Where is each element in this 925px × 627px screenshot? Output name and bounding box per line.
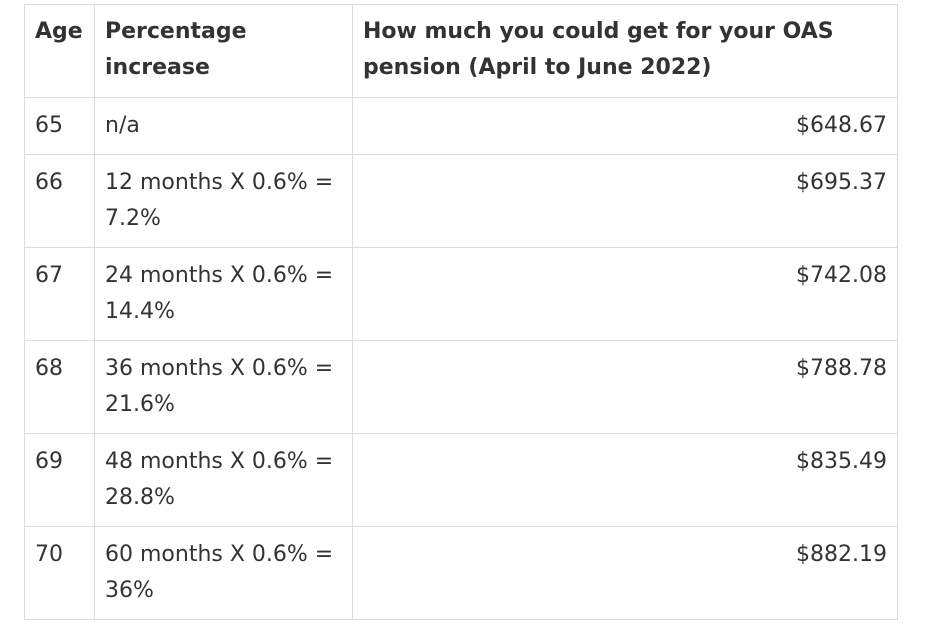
cell-amount: $695.37: [352, 154, 898, 248]
cell-age: 69: [24, 433, 95, 527]
table-row: 67 24 months X 0.6% = 14.4% $742.08: [24, 247, 898, 341]
cell-age: 67: [24, 247, 95, 341]
cell-amount: $742.08: [352, 247, 898, 341]
table-row: 66 12 months X 0.6% = 7.2% $695.37: [24, 154, 898, 248]
table-row: 68 36 months X 0.6% = 21.6% $788.78: [24, 340, 898, 434]
cell-amount: $882.19: [352, 526, 898, 620]
table-row: 65 n/a $648.67: [24, 97, 898, 155]
cell-percentage: 60 months X 0.6% = 36%: [94, 526, 353, 620]
cell-age: 70: [24, 526, 95, 620]
cell-age: 68: [24, 340, 95, 434]
table-body: 65 n/a $648.67 66 12 months X 0.6% = 7.2…: [24, 97, 898, 620]
cell-percentage: 36 months X 0.6% = 21.6%: [94, 340, 353, 434]
header-row: Age Percentage increase How much you cou…: [24, 4, 898, 98]
table-row: 69 48 months X 0.6% = 28.8% $835.49: [24, 433, 898, 527]
cell-amount: $648.67: [352, 97, 898, 155]
header-percentage-increase: Percentage increase: [94, 4, 353, 98]
header-age: Age: [24, 4, 95, 98]
cell-percentage: 48 months X 0.6% = 28.8%: [94, 433, 353, 527]
header-oas-amount: How much you could get for your OAS pens…: [352, 4, 898, 98]
cell-age: 65: [24, 97, 95, 155]
cell-percentage: 24 months X 0.6% = 14.4%: [94, 247, 353, 341]
oas-deferral-table: Age Percentage increase How much you cou…: [24, 4, 898, 620]
cell-percentage: 12 months X 0.6% = 7.2%: [94, 154, 353, 248]
table-header: Age Percentage increase How much you cou…: [24, 4, 898, 98]
table-row: 70 60 months X 0.6% = 36% $882.19: [24, 526, 898, 620]
cell-amount: $835.49: [352, 433, 898, 527]
cell-percentage: n/a: [94, 97, 353, 155]
cell-amount: $788.78: [352, 340, 898, 434]
oas-deferral-table-container: Age Percentage increase How much you cou…: [24, 4, 898, 620]
cell-age: 66: [24, 154, 95, 248]
